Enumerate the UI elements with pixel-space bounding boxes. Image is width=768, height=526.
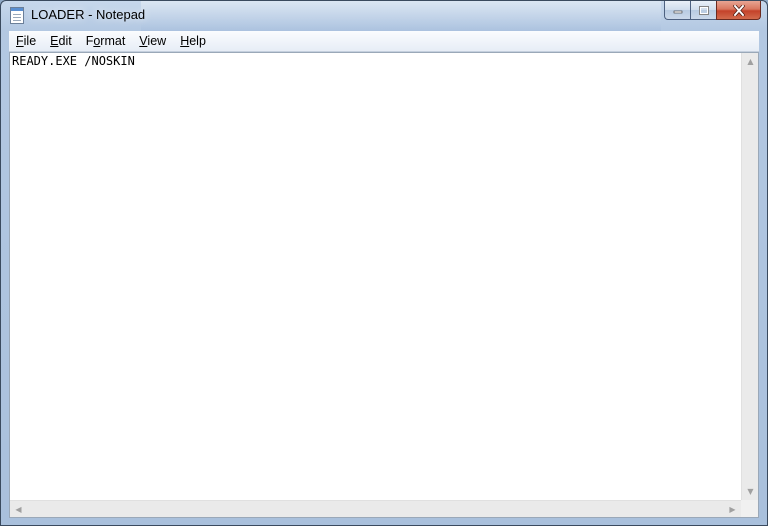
menu-help[interactable]: Help [173,31,213,51]
horizontal-scrollbar[interactable]: ◀ ▶ [10,500,741,517]
menu-format[interactable]: Format [79,31,133,51]
notepad-window: LOADER - Notepad File Edit Format View H… [0,0,768,526]
text-editor[interactable]: READY.EXE /NOSKIN ▲ ▼ ◀ ▶ [9,52,759,518]
scroll-down-icon[interactable]: ▼ [742,483,759,500]
scroll-up-icon[interactable]: ▲ [742,53,759,70]
window-title: LOADER - Notepad [31,7,146,22]
menu-bar: File Edit Format View Help [9,31,759,52]
close-icon [732,4,745,16]
menu-file[interactable]: File [9,31,43,51]
menu-view[interactable]: View [132,31,173,51]
vertical-scrollbar[interactable]: ▲ ▼ [741,53,758,500]
caption-buttons [664,1,761,21]
scroll-right-icon[interactable]: ▶ [724,501,741,518]
menu-edit[interactable]: Edit [43,31,79,51]
scroll-left-icon[interactable]: ◀ [10,501,27,518]
document-text[interactable]: READY.EXE /NOSKIN [12,53,135,69]
format-rest: rmat [100,34,126,48]
title-bar[interactable]: LOADER - Notepad [1,1,767,30]
minimize-button[interactable] [664,1,690,20]
maximize-button[interactable] [690,1,716,20]
maximize-icon [698,5,709,15]
minimize-icon [673,10,682,14]
size-grip [741,500,758,517]
notepad-icon[interactable] [10,7,24,24]
close-button[interactable] [716,1,761,20]
